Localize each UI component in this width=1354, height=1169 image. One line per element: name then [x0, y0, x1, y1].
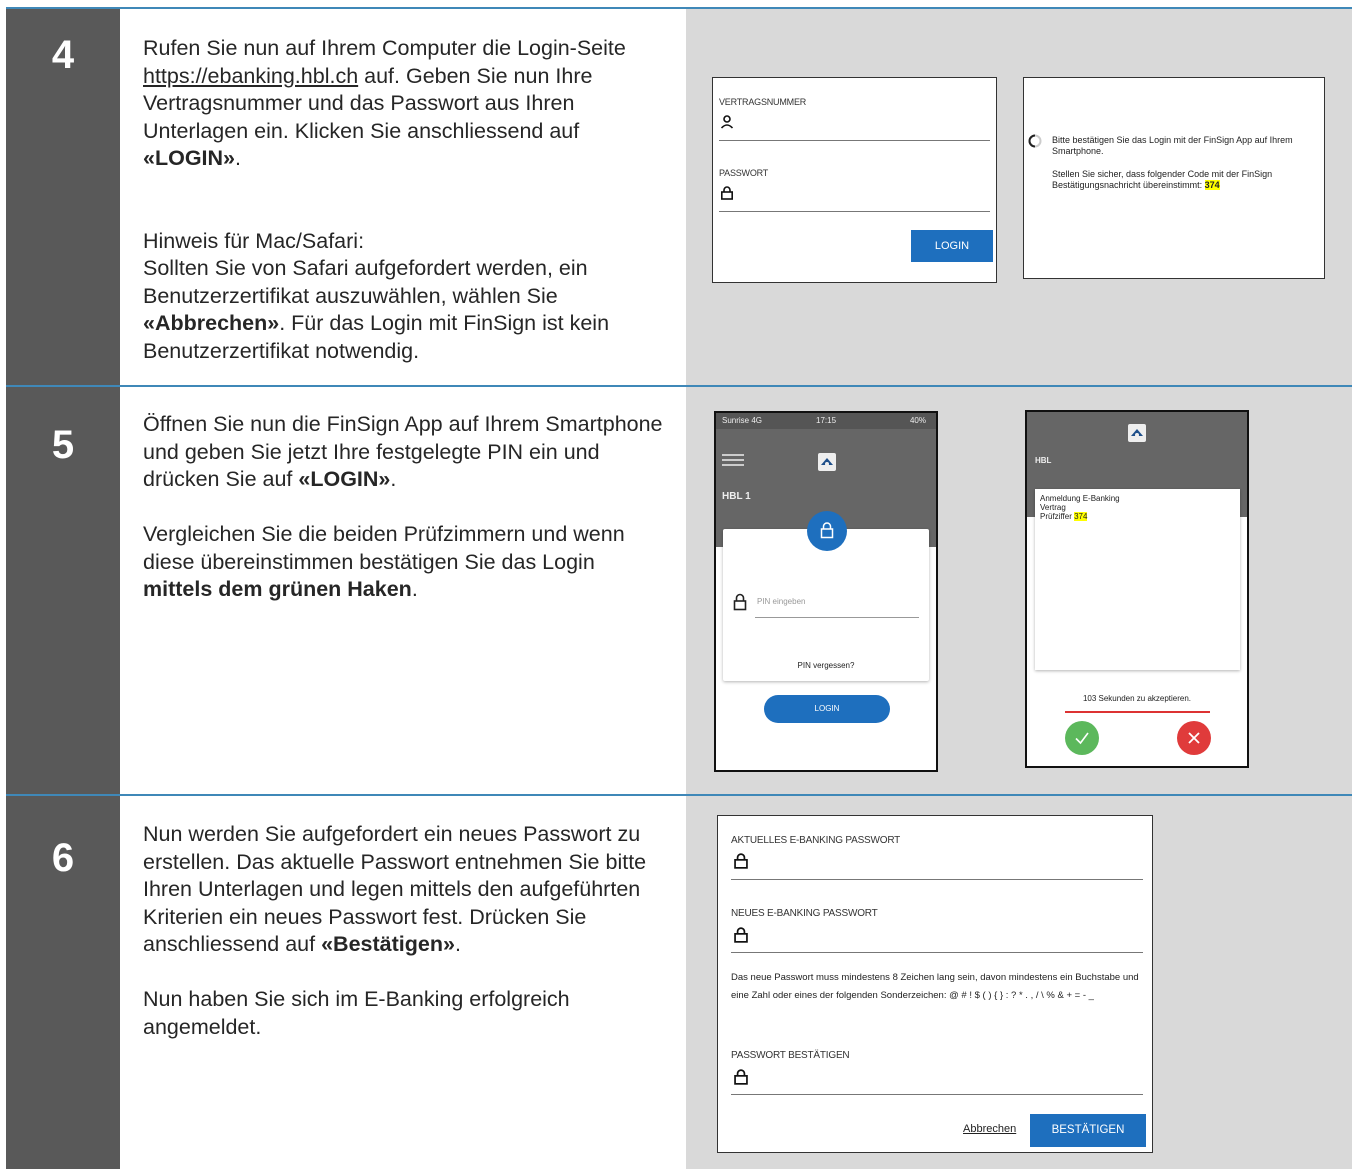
verification-code: 374 [1074, 512, 1088, 521]
accept-button[interactable] [1065, 721, 1099, 755]
lock-icon [734, 1069, 748, 1085]
text-fragment: . [235, 146, 241, 170]
new-password-label: NEUES E-BANKING PASSWORT [731, 908, 878, 919]
time-text: 17:15 [816, 416, 837, 425]
step-5-paragraph-2: Vergleichen Sie die beiden Prüfzimmern u… [143, 521, 664, 604]
phone-pin-screenshot: Sunrise 4G 17:15 40% HBL 1 PIN eingeben … [714, 411, 938, 772]
step-6-paragraph-1: Nun werden Sie aufgefordert ein neues Pa… [143, 821, 664, 959]
step-number: 4 [51, 33, 75, 77]
carrier-text: Sunrise 4G [722, 416, 763, 425]
phone-confirm-screenshot: HBL Anmeldung E-Banking Vertrag Prüfziff… [1025, 410, 1249, 768]
lock-icon [734, 927, 748, 943]
confirm-button[interactable]: BESTÄTIGEN [1030, 1114, 1146, 1147]
step-4-paragraph-2: Hinweis für Mac/Safari: Sollten Sie von S… [143, 228, 664, 366]
account-label: HBL [1035, 456, 1052, 465]
confirm-password-label: PASSWORT BESTÄTIGEN [731, 1050, 850, 1061]
step-number-cell: 6 [6, 796, 120, 1169]
step-number-cell: 5 [6, 387, 120, 794]
confirmation-screenshot: Bitte bestätigen Sie das Login mit der F… [1023, 77, 1325, 279]
bold-login-term: «LOGIN» [298, 467, 391, 491]
bold-abbrechen-term: «Abbrechen» [143, 311, 280, 335]
password-input[interactable] [719, 211, 990, 212]
step-6-row: 6 Nun werden Sie aufgefordert ein neues … [6, 794, 1352, 1169]
code-check-text: Stellen Sie sicher, dass folgender Code … [1052, 169, 1312, 191]
step-5-paragraph-1: Öffnen Sie nun die FinSign App auf Ihrem… [143, 411, 664, 494]
cancel-link[interactable]: Abbrechen [963, 1123, 1016, 1135]
password-label: PASSWORT [719, 168, 769, 178]
countdown-text: 103 Sekunden zu akzeptieren. [1082, 694, 1192, 703]
step-4-row: 4 Rufen Sie nun auf Ihrem Computer die L… [6, 7, 1352, 385]
verification-code: 374 [1204, 180, 1220, 190]
check-icon [1075, 732, 1089, 745]
message-line: Anmeldung E-Banking [1040, 494, 1120, 503]
countdown-progress [1065, 711, 1210, 713]
text-fragment: . [454, 932, 461, 956]
text-fragment: Sollten Sie von Safari aufgefordert werd… [143, 256, 588, 308]
finsign-logo-icon [1128, 424, 1146, 442]
text-fragment: Rufen Sie nun auf Ihrem Computer die Log… [143, 36, 626, 60]
confirm-instruction-text: Bitte bestätigen Sie das Login mit der F… [1052, 135, 1293, 156]
pin-input-underline [755, 617, 919, 618]
lock-icon [734, 853, 748, 869]
bold-login-term: «LOGIN» [143, 146, 235, 170]
current-password-input[interactable] [731, 879, 1143, 880]
battery-text: 40% [909, 416, 926, 425]
forgot-pin-link[interactable]: PIN vergessen? [723, 661, 929, 670]
text-fragment: Stellen Sie sicher, dass folgender Code … [1052, 169, 1273, 190]
message-text: Anmeldung E-Banking Vertrag Prüfziffer 3… [1040, 494, 1120, 521]
password-rules-text: Das neue Passwort muss mindestens 8 Zeic… [731, 972, 1139, 1001]
message-line: Vertrag [1040, 503, 1066, 512]
text-fragment: . [411, 577, 418, 601]
finsign-logo-icon [818, 453, 836, 471]
message-line: Prüfziffer [1040, 512, 1072, 521]
login-button[interactable]: LOGIN [911, 230, 993, 262]
step-number: 6 [51, 836, 75, 880]
lock-badge [807, 511, 847, 551]
lock-icon [733, 593, 747, 611]
pin-login-button[interactable]: LOGIN [764, 695, 890, 723]
login-form-screenshot: VERTRAGSNUMMER PASSWORT LOGIN [712, 77, 997, 283]
account-label: HBL 1 [722, 491, 751, 502]
text-fragment: Vergleichen Sie die beiden Prüfzimmern u… [143, 522, 625, 574]
bold-green-check-term: mittels dem grünen Haken [143, 577, 412, 601]
user-icon [720, 115, 734, 129]
mac-safari-heading: Hinweis für Mac/Safari: [143, 228, 365, 253]
close-icon [1188, 732, 1200, 744]
step-text-cell: Nun werden Sie aufgefordert ein neues Pa… [120, 796, 686, 1169]
status-bar: Sunrise 4G 17:15 40% [716, 413, 936, 429]
step-number-cell: 4 [6, 9, 120, 385]
step-number: 5 [51, 423, 75, 467]
hamburger-menu-icon[interactable] [722, 453, 744, 467]
lock-icon [820, 522, 834, 539]
step-image-cell: Sunrise 4G 17:15 40% HBL 1 PIN eingeben … [686, 387, 1352, 794]
step-6-paragraph-2: Nun haben Sie sich im E-Banking erfolgre… [143, 987, 570, 1039]
text-fragment: . [390, 467, 397, 491]
step-text-cell: Öffnen Sie nun die FinSign App auf Ihrem… [120, 387, 686, 794]
loading-spinner-icon [1028, 134, 1042, 148]
new-password-input[interactable] [731, 952, 1143, 953]
step-image-cell: AKTUELLES E-BANKING PASSWORT NEUES E-BAN… [686, 796, 1352, 1169]
pin-input[interactable]: PIN eingeben [757, 597, 805, 606]
step-4-paragraph-1: Rufen Sie nun auf Ihrem Computer die Log… [143, 35, 664, 173]
bold-bestaetigen-term: «Bestätigen» [321, 932, 455, 956]
ebanking-link[interactable]: https://ebanking.hbl.ch [143, 64, 358, 88]
reject-button[interactable] [1177, 721, 1211, 755]
text-fragment: Öffnen Sie nun die FinSign App auf Ihrem… [143, 412, 663, 491]
step-5-row: 5 Öffnen Sie nun die FinSign App auf Ihr… [6, 385, 1352, 794]
current-password-label: AKTUELLES E-BANKING PASSWORT [731, 835, 901, 846]
confirm-password-input[interactable] [731, 1094, 1143, 1095]
password-change-screenshot: AKTUELLES E-BANKING PASSWORT NEUES E-BAN… [717, 815, 1153, 1153]
message-card: Anmeldung E-Banking Vertrag Prüfziffer 3… [1035, 489, 1240, 670]
step-image-cell: VERTRAGSNUMMER PASSWORT LOGIN Bitte best… [686, 9, 1352, 385]
contract-number-input[interactable] [719, 140, 990, 141]
pin-card: PIN eingeben PIN vergessen? [723, 529, 929, 681]
step-text-cell: Rufen Sie nun auf Ihrem Computer die Log… [120, 9, 686, 385]
contract-number-label: VERTRAGSNUMMER [719, 97, 807, 107]
lock-icon [720, 186, 733, 200]
